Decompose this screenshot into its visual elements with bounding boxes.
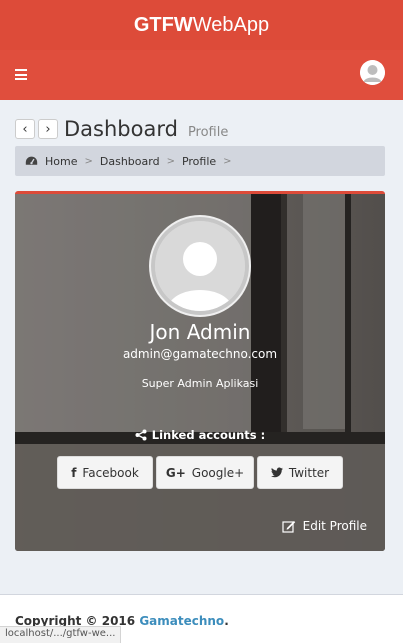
breadcrumb-separator: > xyxy=(84,155,93,167)
dashboard-icon xyxy=(25,156,38,165)
google-plus-icon: G+ xyxy=(165,465,186,480)
share-icon xyxy=(135,429,147,441)
user-avatar-icon[interactable] xyxy=(360,60,385,85)
profile-card: Jon Admin admin@gamatechno.com Super Adm… xyxy=(15,191,385,551)
profile-avatar xyxy=(151,217,249,315)
breadcrumb-dashboard[interactable]: Dashboard xyxy=(100,155,160,168)
profile-name: Jon Admin xyxy=(149,320,251,344)
breadcrumb: Home > Dashboard > Profile > xyxy=(15,146,385,176)
company-link[interactable]: Gamatechno xyxy=(139,614,224,628)
top-navbar xyxy=(0,50,403,100)
twitter-button[interactable]: Twitter xyxy=(257,456,343,489)
page-title: Dashboard xyxy=(64,117,178,141)
profile-role: Super Admin Aplikasi xyxy=(141,377,259,390)
breadcrumb-separator: > xyxy=(223,155,232,167)
app-brand[interactable]: GTFWWebApp xyxy=(134,14,269,37)
edit-icon xyxy=(282,520,295,533)
chevron-left-icon[interactable]: ‹ xyxy=(15,119,35,139)
page-header: ‹ › Dashboard Profile xyxy=(15,114,228,144)
profile-email: admin@gamatechno.com xyxy=(122,347,278,361)
breadcrumb-profile[interactable]: Profile xyxy=(182,155,216,168)
status-bar-url: localhost/.../gtfw-we... xyxy=(0,626,122,643)
app-header: GTFWWebApp xyxy=(0,0,403,50)
linked-accounts-label: Linked accounts : xyxy=(15,428,385,442)
page-subtitle: Profile xyxy=(187,124,229,140)
hamburger-icon[interactable] xyxy=(15,69,27,80)
facebook-icon: f xyxy=(71,465,77,480)
page-footer: Copyright © 2016 Gamatechno. localhost/.… xyxy=(0,594,403,643)
twitter-icon xyxy=(270,467,283,478)
breadcrumb-home[interactable]: Home xyxy=(45,155,77,168)
edit-profile-link[interactable]: Edit Profile xyxy=(282,519,367,533)
google-plus-button[interactable]: G+ Google+ xyxy=(156,456,254,489)
chevron-right-icon[interactable]: › xyxy=(38,119,58,139)
facebook-button[interactable]: f Facebook xyxy=(57,456,153,489)
breadcrumb-separator: > xyxy=(166,155,175,167)
